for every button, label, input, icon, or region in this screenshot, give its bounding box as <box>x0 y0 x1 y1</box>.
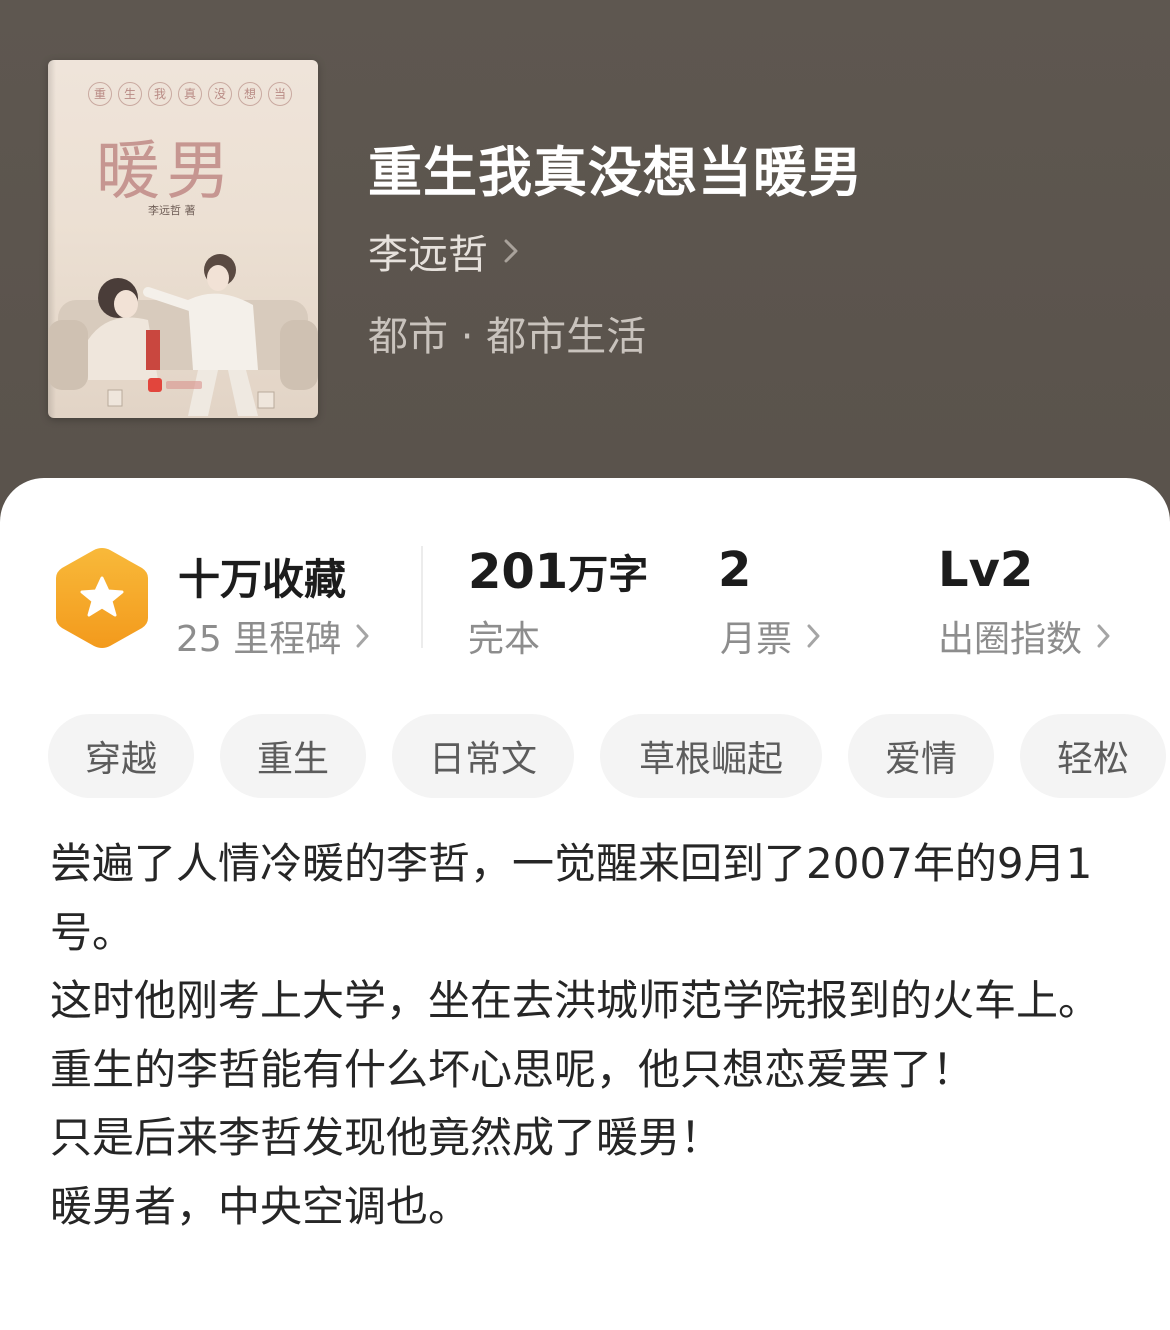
cover-char: 我 <box>148 82 172 106</box>
stats-row: 十万收藏 25 里程碑 201万字 完本 2 月票 Lv2 出圈指数 <box>0 538 1170 660</box>
cover-char: 生 <box>118 82 142 106</box>
synopsis-paragraph: 这时他刚考上大学，坐在去洪城师范学院报到的火车上。 <box>50 976 1101 1025</box>
cover-char: 想 <box>238 82 262 106</box>
word-count-unit: 万字 <box>568 552 649 598</box>
milestone-label: 25 里程碑 <box>176 619 342 660</box>
chevron-right-icon <box>504 239 518 263</box>
synopsis-paragraph: 暖男者，中央空调也。 <box>50 1181 471 1231</box>
publisher-logo-icon <box>148 378 162 392</box>
tag-chip[interactable]: 重生 <box>220 714 366 798</box>
cover-char: 真 <box>178 82 202 106</box>
tag-chip[interactable]: 穿越 <box>48 714 194 798</box>
cover-small-title: 重 生 我 真 没 想 当 <box>88 82 292 106</box>
cover-author: 李远哲 著 <box>148 204 196 217</box>
book-cover[interactable]: 重 生 我 真 没 想 当 暖男 李远哲 著 <box>48 60 318 418</box>
tag-chip[interactable]: 草根崛起 <box>600 714 822 798</box>
collection-count: 十万收藏 <box>178 555 347 604</box>
synopsis-paragraph: 只是后来李哲发现他竟然成了暖男！ <box>50 1113 723 1162</box>
completion-status: 完本 <box>468 610 540 662</box>
monthly-tickets-link[interactable]: 月票 <box>720 610 822 662</box>
level-value: Lv2 <box>938 542 1034 598</box>
author-name: 李远哲 <box>368 232 488 278</box>
star-milestone-icon <box>56 548 148 648</box>
synopsis-paragraph: 重生的李哲能有什么坏心思呢，他只想恋爱罢了！ <box>50 1044 975 1094</box>
publisher-logo-text <box>166 381 202 389</box>
popularity-index-label: 出圈指数 <box>938 619 1083 660</box>
tag-chip[interactable]: 爱情 <box>848 714 994 798</box>
monthly-tickets-count: 2 <box>718 542 752 598</box>
stats-divider <box>421 546 423 648</box>
author-link[interactable]: 李远哲 <box>368 222 520 280</box>
milestone-link[interactable]: 25 里程碑 <box>176 610 371 662</box>
chevron-right-icon <box>807 624 820 648</box>
book-synopsis[interactable]: 尝遍了人情冷暖的李哲，一觉醒来回到了2007年的9月1号。 这时他刚考上大学，坐… <box>50 830 1130 1241</box>
cover-char: 当 <box>268 82 292 106</box>
chevron-right-icon <box>1097 624 1110 648</box>
book-header: 重 生 我 真 没 想 当 暖男 李远哲 著 重生我真没想当暖男 李远哲 都市 … <box>0 0 1170 520</box>
book-category[interactable]: 都市 · 都市生活 <box>368 304 646 362</box>
tag-list: 穿越 重生 日常文 草根崛起 爱情 轻松 <box>48 714 1166 798</box>
completion-label: 完本 <box>468 619 541 660</box>
cover-char: 重 <box>88 82 112 106</box>
cover-big-title: 暖男 <box>96 135 236 209</box>
chevron-right-icon <box>356 624 369 648</box>
word-count-number: 201 <box>468 544 569 600</box>
tag-chip[interactable]: 轻松 <box>1020 714 1166 798</box>
cover-char: 没 <box>208 82 232 106</box>
word-count: 201万字 <box>468 542 648 600</box>
publisher-logo <box>148 378 202 392</box>
book-title: 重生我真没想当暖男 <box>368 141 863 204</box>
monthly-tickets-label: 月票 <box>720 619 793 660</box>
book-detail-panel: 十万收藏 25 里程碑 201万字 完本 2 月票 Lv2 出圈指数 穿越 重生… <box>0 478 1170 1330</box>
synopsis-paragraph: 尝遍了人情冷暖的李哲，一觉醒来回到了2007年的9月1号。 <box>50 839 1093 957</box>
tag-chip[interactable]: 日常文 <box>392 714 574 798</box>
popularity-index-link[interactable]: 出圈指数 <box>938 610 1112 662</box>
